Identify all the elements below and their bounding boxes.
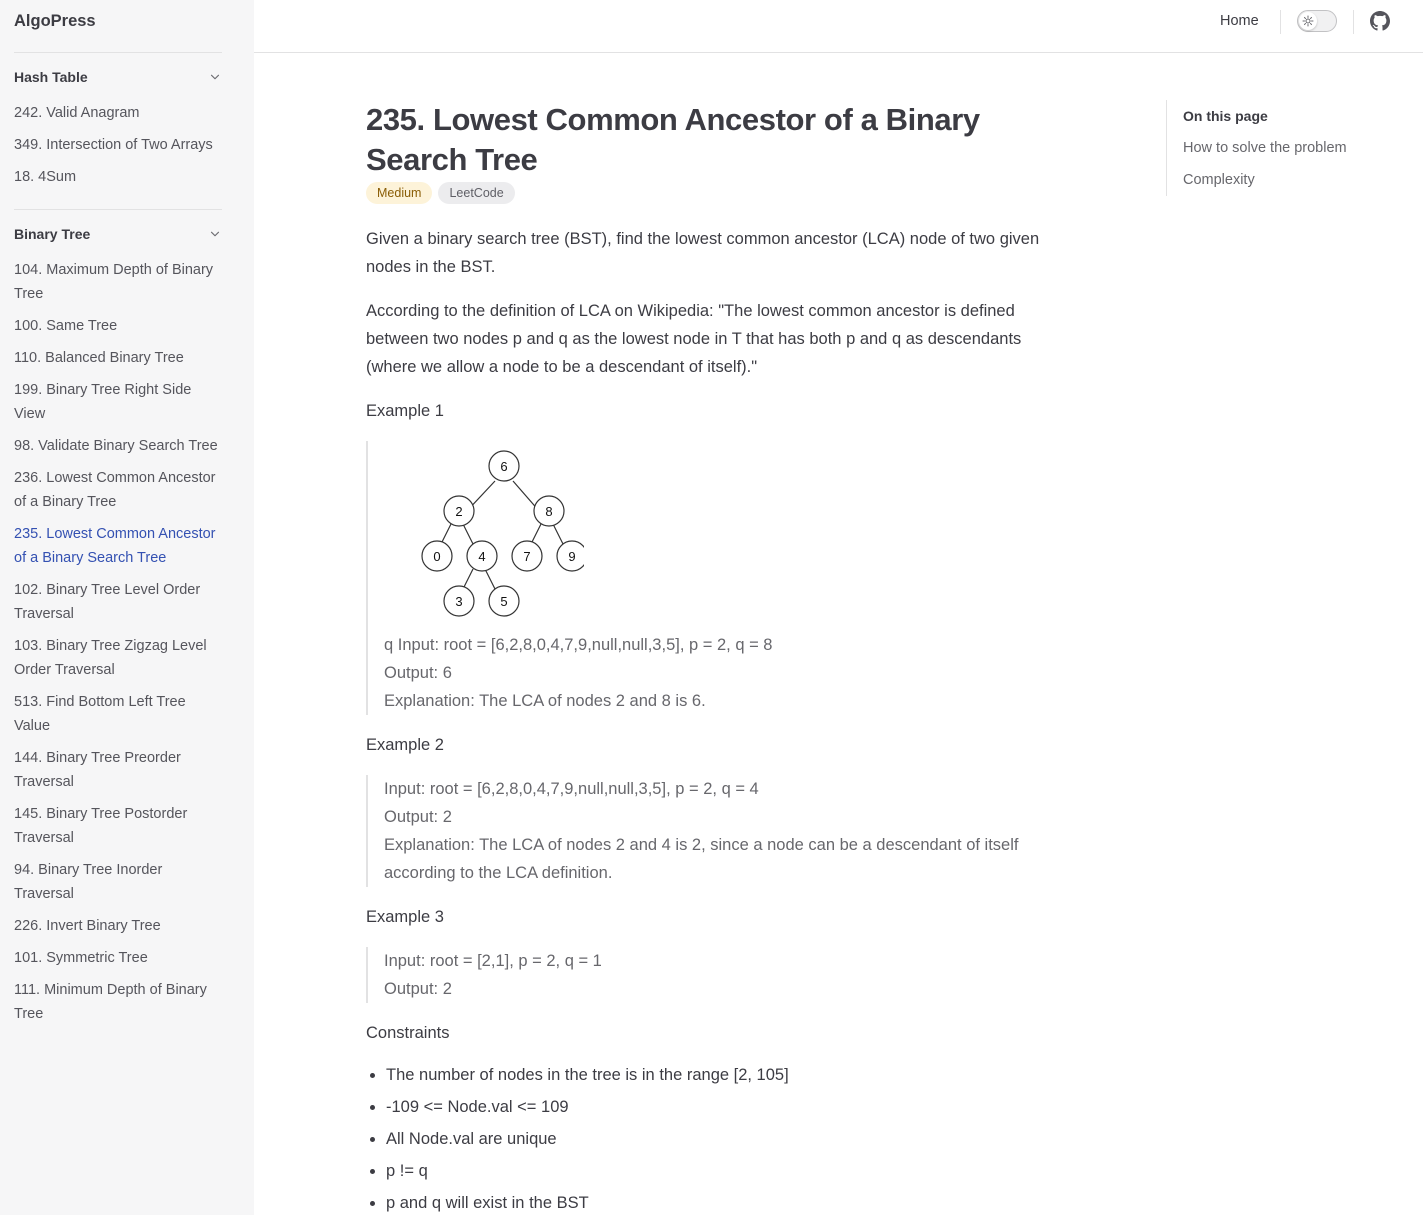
example-2-explanation: Explanation: The LCA of nodes 2 and 4 is… <box>384 836 1019 882</box>
tree-node-label: 2 <box>455 504 462 519</box>
sidebar-item[interactable]: 104. Maximum Depth of Binary Tree <box>14 254 222 310</box>
list-item: p != q <box>386 1157 1046 1185</box>
example-3-input: Input: root = [2,1], p = 2, q = 1 <box>384 952 602 970</box>
nav-divider <box>1280 10 1281 34</box>
source-badge: LeetCode <box>438 182 515 204</box>
sidebar-group-header[interactable]: Binary Tree <box>14 222 222 246</box>
outline-link-complexity[interactable]: Complexity <box>1183 164 1396 196</box>
sidebar-item[interactable]: 513. Find Bottom Left Tree Value <box>14 686 222 742</box>
sidebar-group-title: Hash Table <box>14 69 88 85</box>
problem-intro: Given a binary search tree (BST), find t… <box>366 230 1040 276</box>
example-3-heading: Example 3 <box>366 908 444 926</box>
top-nav: Home <box>254 0 1423 53</box>
main-content: 235. Lowest Common Ancestor of a Binary … <box>366 100 1046 1221</box>
list-item: -109 <= Node.val <= 109 <box>386 1093 1046 1121</box>
list-item: All Node.val are unique <box>386 1125 1046 1153</box>
constraints-list: The number of nodes in the tree is in th… <box>366 1061 1046 1217</box>
site-logo[interactable]: AlgoPress <box>14 0 222 53</box>
theme-toggle-knob <box>1299 12 1317 30</box>
list-item: p and q will exist in the BST <box>386 1189 1046 1217</box>
sidebar-item[interactable]: 103. Binary Tree Zigzag Level Order Trav… <box>14 630 222 686</box>
example-2-heading: Example 2 <box>366 736 444 754</box>
tree-edge <box>552 523 564 545</box>
tree-node-label: 4 <box>478 549 485 564</box>
sidebar-item[interactable]: 242. Valid Anagram <box>14 97 222 129</box>
tree-node-label: 8 <box>545 504 552 519</box>
example-1-output: Output: 6 <box>384 664 452 682</box>
example-2-block: Input: root = [6,2,8,0,4,7,9,null,null,3… <box>366 775 1046 887</box>
tree-node-label: 5 <box>500 594 507 609</box>
outline-link-how-to-solve[interactable]: How to solve the problem <box>1183 132 1396 164</box>
tree-node-label: 6 <box>500 459 507 474</box>
example-1-explanation: Explanation: The LCA of nodes 2 and 8 is… <box>384 692 706 710</box>
tree-edge <box>462 568 474 590</box>
sidebar-item[interactable]: 100. Same Tree <box>14 310 222 342</box>
sidebar-group-header[interactable]: Hash Table <box>14 65 222 89</box>
sidebar-item[interactable]: 101. Symmetric Tree <box>14 942 222 974</box>
constraints-heading: Constraints <box>366 1024 450 1042</box>
sidebar-item[interactable]: 199. Binary Tree Right Side View <box>14 374 222 430</box>
tree-edge <box>530 523 542 545</box>
sidebar-group-title: Binary Tree <box>14 226 91 242</box>
chevron-down-icon <box>210 74 220 80</box>
sidebar-item[interactable]: 110. Balanced Binary Tree <box>14 342 222 374</box>
page-title: 235. Lowest Common Ancestor of a Binary … <box>366 102 980 177</box>
tree-node-label: 0 <box>433 549 440 564</box>
sidebar-item[interactable]: 144. Binary Tree Preorder Traversal <box>14 742 222 798</box>
on-this-page: On this page How to solve the problem Co… <box>1166 100 1396 196</box>
example-1-input: q Input: root = [6,2,8,0,4,7,9,null,null… <box>384 636 773 654</box>
sidebar-item[interactable]: 349. Intersection of Two Arrays <box>14 129 222 161</box>
theme-toggle[interactable] <box>1297 10 1337 32</box>
lca-definition: According to the definition of LCA on Wi… <box>366 302 1022 376</box>
sidebar-item[interactable]: 18. 4Sum <box>14 161 222 193</box>
nav-divider <box>1353 10 1354 34</box>
sidebar-item[interactable]: 98. Validate Binary Search Tree <box>14 430 222 462</box>
tree-node-label: 7 <box>523 549 530 564</box>
sidebar-item[interactable]: 145. Binary Tree Postorder Traversal <box>14 798 222 854</box>
sidebar-item[interactable]: 236. Lowest Common Ancestor of a Binary … <box>14 462 222 518</box>
github-icon[interactable] <box>1370 11 1390 31</box>
sidebar-item[interactable]: 111. Minimum Depth of Binary Tree <box>14 974 222 1030</box>
sidebar-item-active[interactable]: 235. Lowest Common Ancestor of a Binary … <box>14 518 222 574</box>
tree-node-label: 3 <box>455 594 462 609</box>
sidebar-group-hash-table: Hash Table 242. Valid Anagram 349. Inter… <box>14 53 222 210</box>
nav-link-home[interactable]: Home <box>1220 0 1259 42</box>
tree-edge <box>440 523 452 545</box>
example-1-block: 6 2 8 0 4 7 9 3 5 q Input: root = [6,2,8… <box>366 441 1046 715</box>
example-1-heading: Example 1 <box>366 402 444 420</box>
example-3-output: Output: 2 <box>384 980 452 998</box>
example-2-input: Input: root = [6,2,8,0,4,7,9,null,null,3… <box>384 780 759 798</box>
sidebar-item[interactable]: 226. Invert Binary Tree <box>14 910 222 942</box>
outline-title: On this page <box>1183 108 1268 124</box>
tree-node-label: 9 <box>568 549 575 564</box>
difficulty-badge: Medium <box>366 182 433 204</box>
bst-diagram: 6 2 8 0 4 7 9 3 5 <box>421 450 584 617</box>
badge-row: Medium LeetCode <box>366 182 1046 204</box>
tree-edge <box>484 568 496 590</box>
list-item: The number of nodes in the tree is in th… <box>386 1061 1046 1089</box>
sun-icon <box>1302 15 1314 27</box>
sidebar-group-binary-tree: Binary Tree 104. Maximum Depth of Binary… <box>14 210 222 1046</box>
sidebar-item[interactable]: 94. Binary Tree Inorder Traversal <box>14 854 222 910</box>
tree-edge <box>462 523 474 545</box>
sidebar: AlgoPress Hash Table 242. Valid Anagram … <box>0 0 254 1215</box>
sidebar-item[interactable]: 102. Binary Tree Level Order Traversal <box>14 574 222 630</box>
chevron-down-icon <box>210 231 220 237</box>
example-2-output: Output: 2 <box>384 808 452 826</box>
example-3-block: Input: root = [2,1], p = 2, q = 1 Output… <box>366 947 1046 1003</box>
